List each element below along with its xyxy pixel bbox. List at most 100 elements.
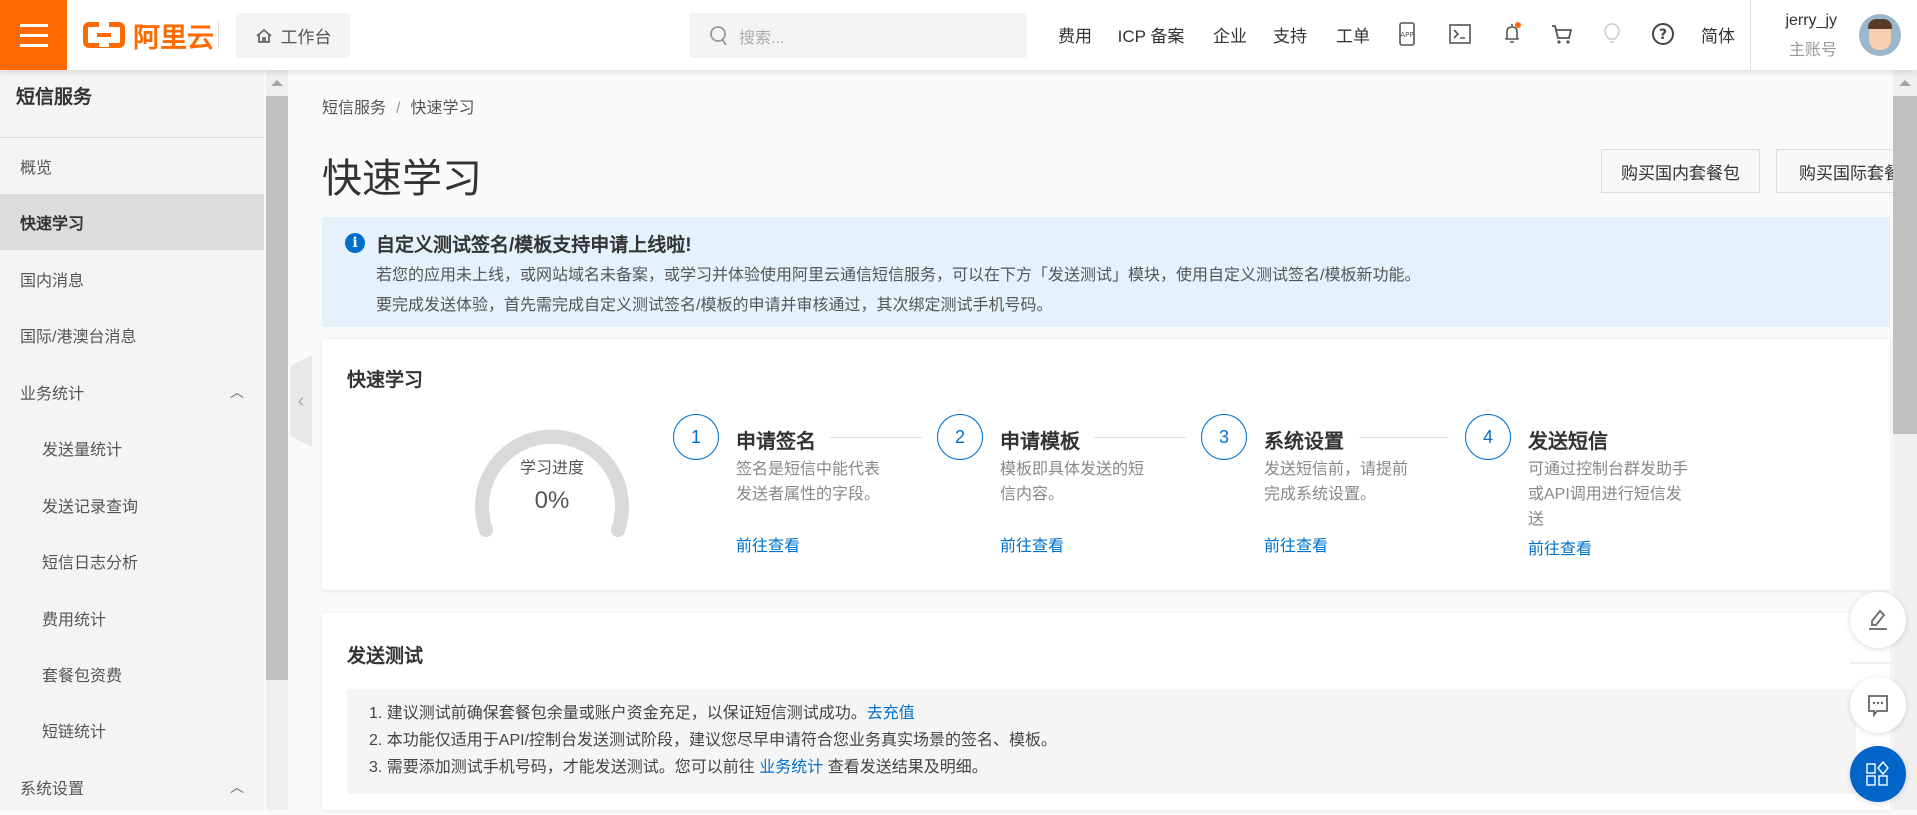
step-title: 申请签名	[736, 431, 816, 453]
nav-fees[interactable]: 费用	[1058, 22, 1092, 47]
sidebar-item-label: 快速学习	[20, 216, 85, 233]
breadcrumb-link[interactable]: 短信服务	[322, 100, 386, 117]
chat-button[interactable]	[1850, 677, 1906, 733]
username: jerry_jy	[1785, 12, 1837, 29]
workbench-label: 工作台	[280, 28, 332, 47]
menu-toggle-button[interactable]	[0, 0, 67, 70]
step-link[interactable]: 前往查看	[1000, 532, 1064, 556]
scroll-up-icon[interactable]	[1899, 80, 1911, 86]
search-input[interactable]: 搜索...	[689, 13, 1027, 58]
svg-text:?: ?	[1659, 27, 1667, 43]
quick-learn-card: 快速学习 学习进度 0% 1 申请签名 签名是短信中能代表发送者属性的字段。 前…	[322, 339, 1890, 590]
nav-enterprise[interactable]: 企业	[1213, 22, 1247, 47]
sidebar-item-label: 系统设置	[20, 781, 85, 798]
nav-icp[interactable]: ICP 备案	[1118, 22, 1185, 47]
sidebar-item-international[interactable]: 国际/港澳台消息	[0, 307, 264, 363]
terminal-icon[interactable]	[1447, 21, 1473, 47]
sidebar-scrollbar-thumb[interactable]	[266, 96, 288, 680]
progress-value: 0%	[534, 487, 570, 514]
sidebar-item-quick-learn[interactable]: 快速学习	[0, 194, 264, 250]
note-item: 3. 需要添加测试手机号码，才能发送测试。您可以前往 业务统计 查看发送结果及明…	[369, 754, 1856, 781]
step-number: 1	[673, 414, 719, 460]
buy-domestic-package-button[interactable]: 购买国内套餐包	[1601, 149, 1760, 193]
logo-text: 阿里云	[133, 22, 214, 53]
edit-icon	[1869, 609, 1887, 630]
send-test-notes: 1. 建议测试前确保套餐包余量或账户资金充足，以保证短信测试成功。去充值 2. …	[347, 689, 1856, 794]
svg-text:APP: APP	[1400, 31, 1413, 39]
recharge-link[interactable]: 去充值	[867, 705, 915, 722]
sidebar-group-stats[interactable]: 业务统计 ︿	[0, 364, 264, 420]
step-desc: 可通过控制台群发助手或API调用进行短信发送	[1528, 461, 1689, 528]
sidebar-item-shortlink-stats[interactable]: 短链统计	[0, 702, 264, 758]
info-icon: i	[345, 233, 365, 253]
send-test-card: 发送测试 1. 建议测试前确保套餐包余量或账户资金充足，以保证短信测试成功。去充…	[322, 613, 1890, 810]
aliyun-logo[interactable]: 阿里云	[83, 20, 214, 53]
step-title: 发送短信	[1528, 431, 1608, 453]
nav-ticket[interactable]: 工单	[1336, 22, 1370, 47]
step-link[interactable]: 前往查看	[736, 532, 800, 556]
search-icon	[710, 25, 727, 45]
note-text: 查看发送结果及明细。	[823, 759, 988, 776]
progress-label: 学习进度	[519, 460, 584, 477]
step-connector	[1094, 437, 1186, 438]
sidebar-item-package-pricing[interactable]: 套餐包资费	[0, 646, 264, 702]
note-item: 1. 建议测试前确保套餐包余量或账户资金充足，以保证短信测试成功。去充值	[369, 700, 1856, 727]
sidebar-item-label: 发送量统计	[42, 442, 123, 459]
app-icon[interactable]: APP	[1394, 21, 1420, 47]
scroll-up-icon[interactable]	[271, 80, 283, 86]
sidebar-item-label: 概览	[20, 160, 53, 177]
sidebar-item-log-analysis[interactable]: 短信日志分析	[0, 533, 264, 589]
nav-support[interactable]: 支持	[1273, 22, 1307, 47]
workbench-button[interactable]: 工作台	[236, 13, 350, 58]
search-placeholder: 搜索...	[739, 29, 785, 47]
buy-international-package-button[interactable]: 购买国际套餐包	[1776, 149, 1893, 193]
avatar[interactable]	[1859, 14, 1901, 56]
sidebar-item-label: 短信日志分析	[42, 555, 139, 572]
sidebar-item-label: 短链统计	[42, 724, 107, 741]
sidebar-item-fee-stats[interactable]: 费用统计	[0, 590, 264, 646]
sidebar-item-label: 套餐包资费	[42, 668, 123, 685]
apps-button[interactable]	[1850, 746, 1906, 802]
help-icon[interactable]: ?	[1650, 21, 1676, 47]
info-alert: 自定义测试签名/模板支持申请上线啦! 若您的应用未上线，或网站域名未备案，或学习…	[322, 217, 1890, 327]
sidebar-item-overview[interactable]: 概览	[0, 138, 264, 194]
breadcrumb-separator: /	[396, 100, 401, 117]
chevron-up-icon: ︿	[230, 384, 244, 400]
sidebar: 短信服务 概览 快速学习 国内消息 国际/港澳台消息 业务统计 ︿ 发送量统计 发…	[0, 70, 264, 810]
user-menu[interactable]: jerry_jy 主账号	[1785, 12, 1837, 60]
card-title: 快速学习	[347, 370, 424, 391]
sidebar-item-send-records[interactable]: 发送记录查询	[0, 477, 264, 533]
step-desc: 签名是短信中能代表发送者属性的字段。	[736, 461, 881, 503]
collapse-sidebar-button[interactable]: ‹	[290, 355, 312, 447]
step-number: 2	[937, 414, 983, 460]
language-switch[interactable]: 简体	[1701, 22, 1735, 47]
page-title: 快速学习	[322, 157, 482, 201]
sidebar-item-label: 国内消息	[20, 273, 85, 290]
apps-icon	[1866, 761, 1889, 786]
sidebar-group-settings[interactable]: 系统设置 ︿	[0, 759, 264, 815]
cart-icon[interactable]	[1549, 21, 1575, 47]
alert-title: 自定义测试签名/模板支持申请上线啦!	[376, 235, 692, 256]
lightbulb-icon[interactable]	[1599, 21, 1625, 47]
sidebar-item-send-volume[interactable]: 发送量统计	[0, 420, 264, 476]
gauge-track	[475, 429, 629, 537]
aliyun-logo-icon	[83, 21, 125, 48]
bell-icon[interactable]	[1499, 21, 1525, 47]
chevron-left-icon: ‹	[297, 389, 305, 412]
sidebar-item-domestic[interactable]: 国内消息	[0, 251, 264, 307]
top-header: 阿里云 工作台 搜索... 费用 ICP 备案 企业 支持 工单 APP ? 简…	[0, 0, 1917, 70]
step-link[interactable]: 前往查看	[1528, 535, 1592, 559]
divider	[218, 22, 219, 48]
progress-gauge	[475, 429, 629, 537]
breadcrumb-current: 快速学习	[410, 100, 475, 117]
feedback-button[interactable]	[1850, 592, 1906, 648]
main-scrollbar-thumb[interactable]	[1893, 96, 1917, 434]
card-title: 发送测试	[347, 646, 424, 667]
sidebar-title: 短信服务	[16, 87, 93, 108]
step-title: 申请模板	[1000, 431, 1080, 453]
business-stats-link[interactable]: 业务统计	[759, 759, 823, 776]
step-number: 3	[1201, 414, 1247, 460]
step-link[interactable]: 前往查看	[1264, 532, 1328, 556]
note-item: 2. 本功能仅适用于API/控制台发送测试阶段，建议您尽早申请符合您业务真实场景…	[369, 732, 1058, 749]
step-connector	[830, 437, 922, 438]
